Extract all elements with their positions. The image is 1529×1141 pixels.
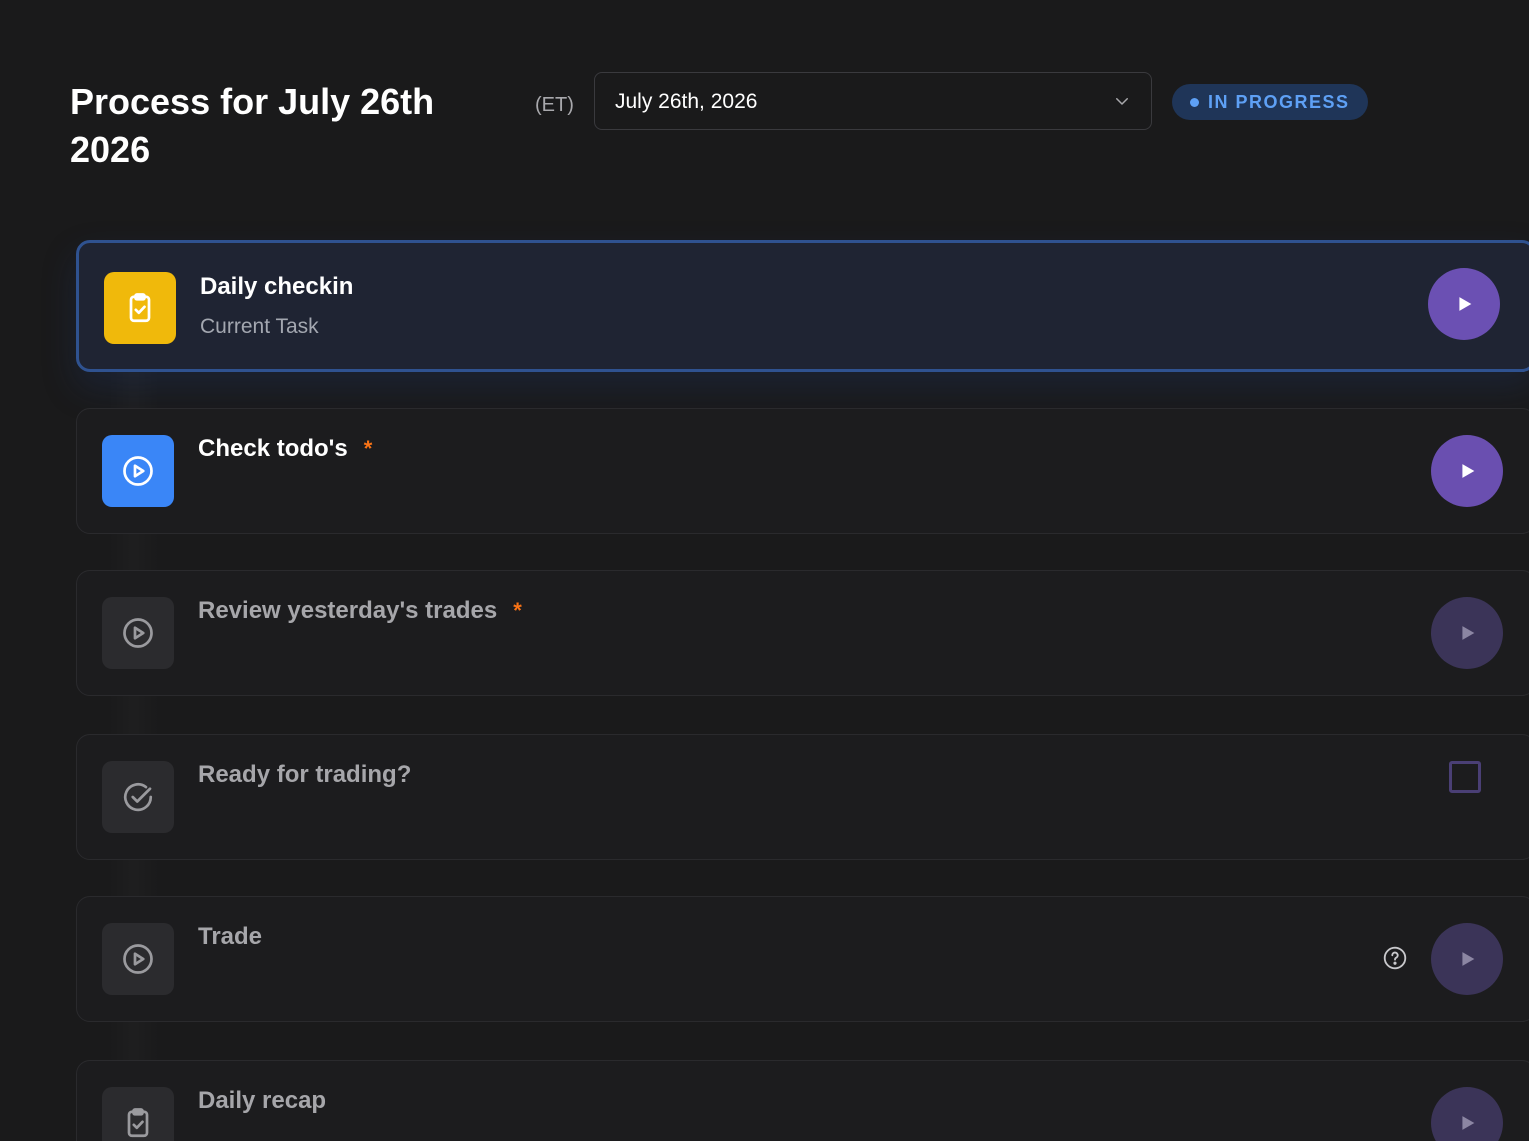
task-card-check-todos[interactable]: Check todo's * [76,408,1529,534]
clipboard-check-icon [129,293,151,323]
task-name: Daily recap [198,1087,327,1114]
required-marker: * [513,598,522,623]
play-icon [1462,626,1475,640]
play-circle-icon [123,944,153,974]
task-icon [102,923,174,995]
play-icon [1462,952,1475,966]
status-badge: IN PROGRESS [1172,84,1368,120]
play-circle-icon [123,618,153,648]
task-icon [104,272,176,344]
task-name: Review yesterday's trades * [198,597,522,625]
help-icon[interactable] [1382,945,1408,971]
process-page: Process for July 26th 2026 (ET) July 26t… [0,0,1529,1141]
task-name: Daily checkin [200,273,354,300]
start-task-button[interactable] [1431,923,1503,995]
task-card-ready-for-trading[interactable]: Ready for trading? [76,734,1529,860]
start-task-button[interactable] [1431,1087,1503,1141]
start-task-button[interactable] [1428,268,1500,340]
task-name-text: Review yesterday's trades [198,597,498,624]
required-marker: * [363,436,373,461]
start-task-button[interactable] [1431,435,1503,507]
chevron-down-icon [1116,98,1128,105]
clipboard-check-icon [127,1108,149,1138]
status-dot [1190,97,1199,107]
check-circle-icon [123,782,153,812]
play-icon [1462,464,1475,478]
date-select[interactable]: July 26th, 2026 [594,72,1152,130]
page-title: Process for July 26th 2026 [70,81,435,170]
task-icon [102,761,174,833]
task-card-trade[interactable]: Trade [76,896,1529,1022]
task-name: Trade [198,923,263,950]
status-text: IN PROGRESS [1208,91,1350,112]
play-icon [1459,297,1472,311]
task-icon [102,435,174,507]
task-card-daily-recap[interactable]: Daily recap [76,1060,1529,1141]
task-card-daily-checkin[interactable]: Daily checkin Current Task [76,240,1529,372]
task-card-review-trades[interactable]: Review yesterday's trades * [76,570,1529,696]
task-subtitle: Current Task [200,315,319,338]
ready-checkbox[interactable] [1449,761,1481,793]
date-select-value: July 26th, 2026 [615,90,758,113]
play-circle-icon [123,456,153,486]
task-icon [102,1087,174,1141]
play-icon [1462,1116,1475,1130]
task-name: Ready for trading? [198,761,412,788]
timezone-label: (ET) [535,94,574,116]
start-task-button[interactable] [1431,597,1503,669]
task-name: Check todo's * [198,435,372,463]
task-name-text: Check todo's [198,435,348,462]
task-icon [102,597,174,669]
